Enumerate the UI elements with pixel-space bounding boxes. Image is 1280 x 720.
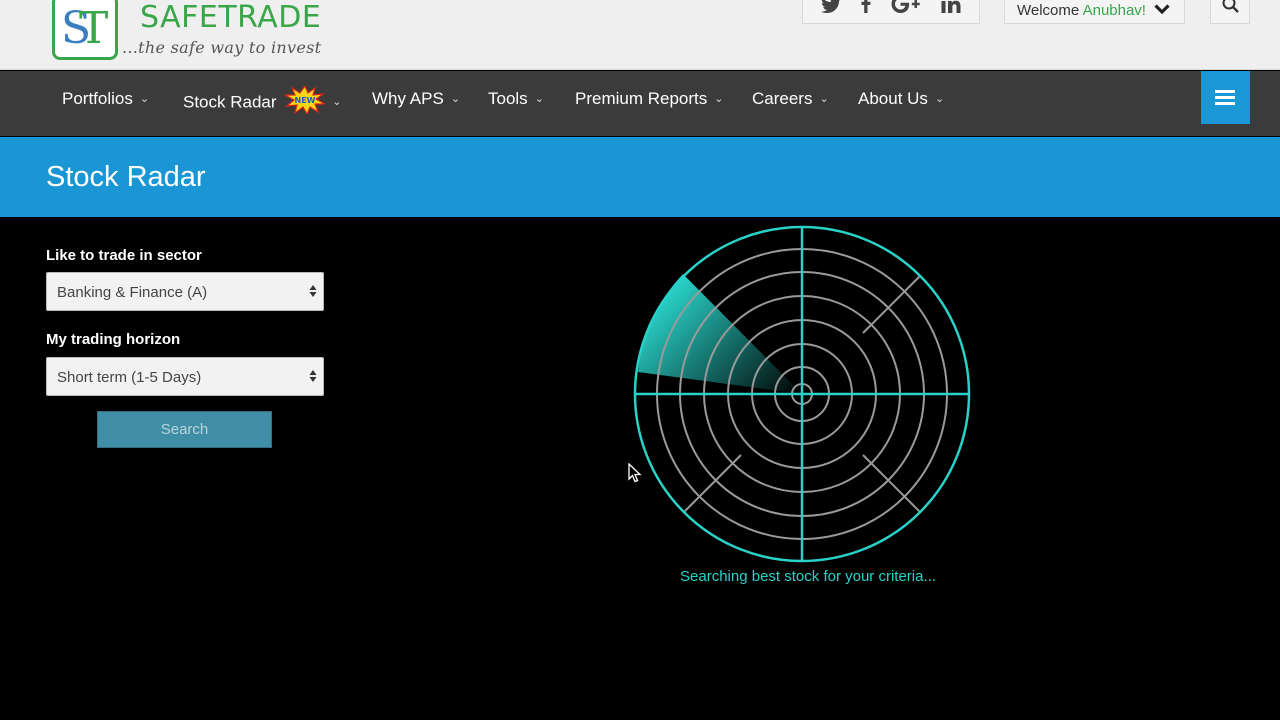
facebook-icon[interactable] (861, 0, 871, 18)
hamburger-icon (1215, 102, 1235, 105)
nav-label: Stock Radar (183, 92, 277, 112)
page-title: Stock Radar (46, 161, 206, 193)
nav-item-portfolios[interactable]: Portfolios ⌄ (62, 89, 149, 109)
svg-text:T: T (79, 3, 108, 54)
header-search-button[interactable] (1210, 0, 1250, 24)
search-icon (1222, 0, 1239, 13)
nav-item-careers[interactable]: Careers ⌄ (752, 89, 829, 109)
new-badge-icon: NEW (282, 84, 328, 116)
social-links (802, 0, 980, 24)
radar-sweep (638, 274, 802, 394)
nav-item-why-aps[interactable]: Why APS ⌄ (372, 89, 460, 109)
hamburger-icon (1215, 96, 1235, 99)
nav-label: Portfolios (62, 89, 133, 108)
horizon-label: My trading horizon (46, 331, 181, 348)
nav-label: Careers (752, 89, 813, 108)
logo-tagline: ...the safe way to invest (122, 38, 322, 57)
main-nav: Portfolios ⌄ Stock Radar NEW ⌄ Why APS ⌄ T… (0, 71, 1280, 136)
sector-select[interactable]: Banking & Finance (A) (46, 272, 324, 311)
nav-item-tools[interactable]: Tools ⌄ (488, 89, 544, 109)
linkedin-icon[interactable] (941, 0, 961, 18)
nav-label: About Us (858, 89, 928, 108)
radar-status-text: Searching best stock for your criteria..… (680, 568, 936, 585)
mouse-cursor-icon (628, 463, 642, 483)
chevron-down-icon: ⌄ (450, 93, 461, 105)
nav-label: Premium Reports (575, 89, 708, 108)
horizon-select[interactable]: Short term (1-5 Days) (46, 357, 324, 396)
chevron-down-icon: ⌄ (332, 96, 342, 109)
logo-title: SAFETRADE (140, 0, 322, 35)
radar-animation (633, 225, 971, 563)
menu-toggle-button[interactable] (1201, 71, 1250, 124)
sector-label: Like to trade in sector (46, 247, 202, 264)
chevron-down-icon (1154, 2, 1170, 19)
safetrade-logo[interactable]: S T SAFETRADE ...the safe way to invest (52, 0, 322, 64)
nav-item-premium-reports[interactable]: Premium Reports ⌄ (575, 89, 723, 109)
sector-select-value: Banking & Finance (A) (57, 284, 208, 301)
twitter-icon[interactable] (821, 0, 841, 18)
chevron-down-icon: ⌄ (934, 93, 945, 105)
user-menu[interactable]: Welcome Anubhav! (1004, 0, 1185, 24)
select-arrows-icon (309, 370, 317, 382)
chevron-down-icon: ⌄ (139, 93, 150, 105)
chevron-down-icon: ⌄ (534, 93, 544, 105)
hamburger-icon (1215, 90, 1235, 93)
svg-text:NEW: NEW (295, 96, 316, 105)
chevron-down-icon: ⌄ (819, 93, 829, 105)
nav-item-about-us[interactable]: About Us ⌄ (858, 89, 944, 109)
page-title-bar: Stock Radar (0, 137, 1280, 217)
chevron-down-icon: ⌄ (714, 93, 724, 105)
user-name: Anubhav! (1082, 2, 1146, 19)
select-arrows-icon (309, 285, 317, 297)
top-header: S T SAFETRADE ...the safe way to invest … (0, 0, 1280, 70)
nav-item-stock-radar[interactable]: Stock Radar NEW ⌄ (183, 84, 342, 117)
horizon-select-value: Short term (1-5 Days) (57, 369, 202, 386)
welcome-text: Welcome (1017, 2, 1080, 19)
nav-label: Why APS (372, 89, 444, 108)
google-plus-icon[interactable] (891, 0, 921, 18)
search-button[interactable]: Search (97, 411, 272, 448)
nav-label: Tools (488, 89, 528, 108)
logo-mark: S T (52, 0, 118, 60)
